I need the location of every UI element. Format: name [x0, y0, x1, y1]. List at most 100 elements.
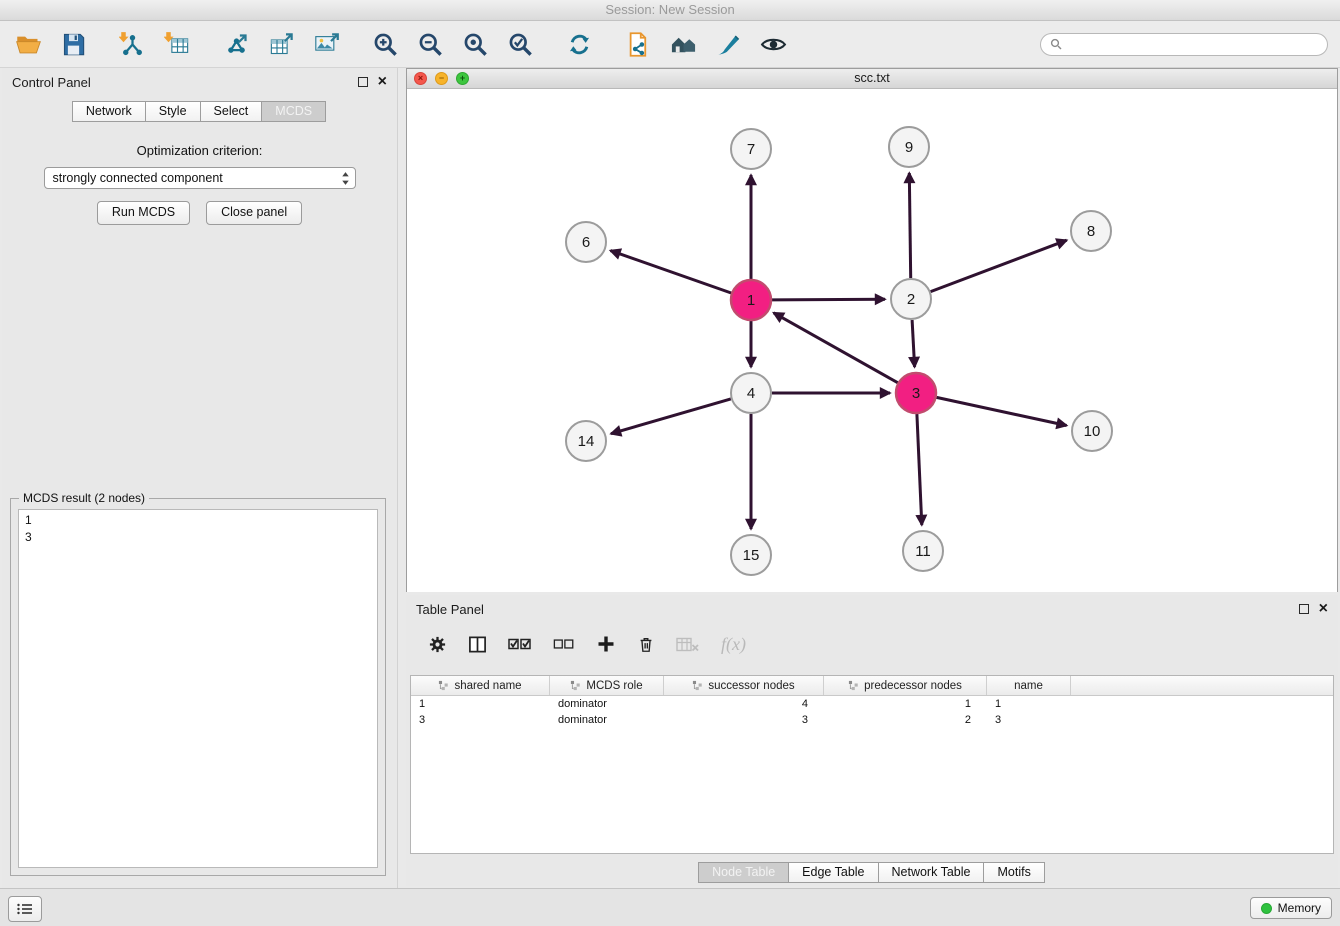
- cell-shared-name: 3: [411, 714, 550, 726]
- new-network-from-selection-icon[interactable]: [622, 28, 654, 60]
- table-header-row: shared name MCDS role successor nodes pr…: [411, 676, 1333, 696]
- zoom-selected-icon[interactable]: [504, 28, 536, 60]
- table-row[interactable]: 1 dominator 4 1 1: [411, 696, 1333, 712]
- graph-edge-2-3[interactable]: [912, 320, 915, 367]
- float-table-panel-icon[interactable]: [1299, 604, 1309, 614]
- table-row[interactable]: 3 dominator 3 2 3: [411, 712, 1333, 728]
- graph-edge-4-14[interactable]: [611, 399, 731, 434]
- minimize-window-icon[interactable]: −: [435, 72, 448, 85]
- column-type-icon: [438, 680, 449, 691]
- column-header-name[interactable]: name: [987, 676, 1071, 695]
- export-image-icon[interactable]: [310, 28, 342, 60]
- network-window-titlebar[interactable]: × − + scc.txt: [407, 69, 1337, 89]
- graph-node-label: 3: [912, 385, 920, 402]
- cell-successor-nodes: 3: [664, 714, 824, 726]
- task-list-icon: [16, 902, 34, 916]
- column-type-icon: [848, 680, 859, 691]
- maximize-window-icon[interactable]: +: [456, 72, 469, 85]
- column-label: successor nodes: [708, 680, 794, 692]
- table-mode-gear-icon[interactable]: [428, 632, 447, 656]
- graph-edge-2-9[interactable]: [909, 173, 910, 278]
- zoom-in-icon[interactable]: [369, 28, 401, 60]
- criterion-selected-value: strongly connected component: [53, 171, 223, 185]
- column-label: predecessor nodes: [864, 680, 962, 692]
- create-column-icon[interactable]: [596, 632, 616, 656]
- save-session-icon[interactable]: [57, 28, 89, 60]
- graph-edge-1-2[interactable]: [772, 299, 885, 300]
- column-label: name: [1014, 680, 1043, 692]
- delete-table-icon: [676, 632, 700, 656]
- column-label: MCDS role: [586, 680, 642, 692]
- memory-label: Memory: [1278, 901, 1321, 915]
- tab-select[interactable]: Select: [200, 101, 263, 122]
- mcds-result-list[interactable]: 1 3: [18, 509, 378, 868]
- tab-style[interactable]: Style: [145, 101, 201, 122]
- column-header-mcds-role[interactable]: MCDS role: [550, 676, 664, 695]
- export-network-icon[interactable]: [220, 28, 252, 60]
- import-group: [116, 28, 193, 60]
- graph-edge-1-6[interactable]: [611, 251, 732, 293]
- search-icon: [1050, 38, 1062, 50]
- tab-network[interactable]: Network: [72, 101, 146, 122]
- import-network-icon[interactable]: [116, 28, 148, 60]
- tab-mcds[interactable]: MCDS: [261, 101, 326, 122]
- tab-edge-table[interactable]: Edge Table: [788, 862, 878, 883]
- first-neighbors-icon[interactable]: [667, 28, 699, 60]
- main-toolbar: [0, 21, 1340, 68]
- criterion-select[interactable]: strongly connected component: [44, 167, 356, 189]
- graph-node-label: 4: [747, 385, 755, 402]
- tab-motifs[interactable]: Motifs: [983, 862, 1044, 883]
- refresh-view-icon[interactable]: [563, 28, 595, 60]
- show-columns-icon[interactable]: [468, 632, 487, 656]
- delete-columns-icon[interactable]: [637, 632, 655, 656]
- table-panel-tabs: Node Table Edge Table Network Table Moti…: [406, 862, 1338, 883]
- graph-node-label: 15: [743, 547, 760, 564]
- float-panel-icon[interactable]: [358, 77, 368, 87]
- zoom-fit-icon[interactable]: [459, 28, 491, 60]
- close-window-icon[interactable]: ×: [414, 72, 427, 85]
- graph-node-label: 9: [905, 139, 913, 156]
- network-canvas[interactable]: 7968124314101511: [407, 89, 1337, 592]
- combo-arrows-icon: [341, 171, 350, 186]
- export-table-icon[interactable]: [265, 28, 297, 60]
- column-header-successor-nodes[interactable]: successor nodes: [664, 676, 824, 695]
- tab-node-table[interactable]: Node Table: [698, 862, 789, 883]
- table-panel-header: Table Panel ×: [406, 595, 1338, 621]
- memory-button[interactable]: Memory: [1250, 897, 1332, 919]
- select-all-icon[interactable]: [508, 632, 532, 656]
- graph-node-label: 1: [747, 292, 755, 309]
- show-graphics-details-icon[interactable]: [757, 28, 789, 60]
- mcds-result-line: 1: [25, 512, 371, 529]
- deselect-all-icon[interactable]: [553, 632, 575, 656]
- graph-edge-3-10[interactable]: [937, 397, 1067, 425]
- graph-edge-3-11[interactable]: [917, 414, 922, 525]
- graph-edge-3-1[interactable]: [774, 313, 898, 383]
- close-table-panel-icon[interactable]: ×: [1319, 603, 1328, 614]
- close-panel-icon[interactable]: ×: [378, 76, 387, 87]
- close-panel-button[interactable]: Close panel: [206, 201, 302, 225]
- search-input[interactable]: [1067, 36, 1318, 52]
- mcds-result-group: MCDS result (2 nodes) 1 3: [10, 498, 386, 876]
- task-history-button[interactable]: [8, 896, 42, 922]
- cell-predecessor-nodes: 1: [824, 698, 987, 710]
- apply-style-icon[interactable]: [712, 28, 744, 60]
- graph-node-label: 10: [1084, 423, 1101, 440]
- import-table-icon[interactable]: [161, 28, 193, 60]
- column-header-predecessor-nodes[interactable]: predecessor nodes: [824, 676, 987, 695]
- cell-name: 3: [987, 714, 1071, 726]
- column-type-icon: [692, 680, 703, 691]
- column-header-shared-name[interactable]: shared name: [411, 676, 550, 695]
- refresh-group: [563, 28, 595, 60]
- zoom-out-icon[interactable]: [414, 28, 446, 60]
- function-builder-icon: f(x): [721, 632, 746, 656]
- cell-successor-nodes: 4: [664, 698, 824, 710]
- network-canvas-svg[interactable]: 7968124314101511: [407, 89, 1337, 592]
- tab-network-table[interactable]: Network Table: [878, 862, 985, 883]
- cell-name: 1: [987, 698, 1071, 710]
- run-mcds-button[interactable]: Run MCDS: [97, 201, 190, 225]
- search-field[interactable]: [1040, 33, 1328, 56]
- table-panel: Table Panel × f(x): [406, 595, 1338, 886]
- zoom-group: [369, 28, 536, 60]
- graph-edge-2-8[interactable]: [931, 240, 1067, 291]
- open-file-icon[interactable]: [12, 28, 44, 60]
